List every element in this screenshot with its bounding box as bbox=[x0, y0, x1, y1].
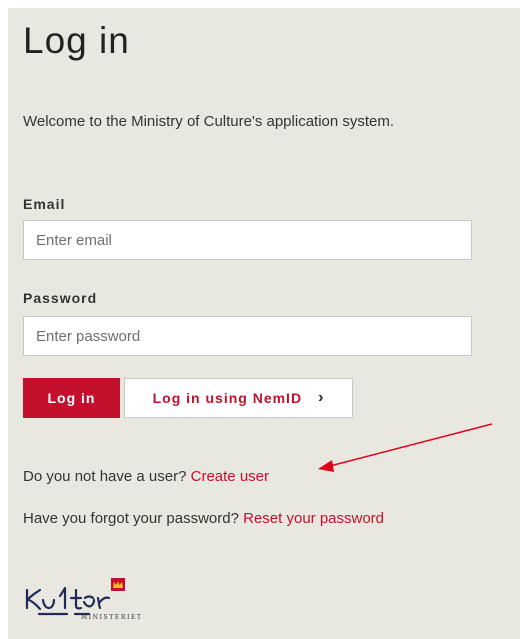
nemid-login-button[interactable]: Log in using NemID › bbox=[124, 378, 353, 418]
logo-wordmark-strokes bbox=[25, 586, 111, 616]
email-input[interactable] bbox=[23, 220, 472, 260]
reset-password-link[interactable]: Reset your password bbox=[243, 510, 384, 527]
page-title: Log in bbox=[23, 20, 130, 61]
kulturministeriet-logo: MINISTERIET bbox=[25, 578, 143, 621]
password-input[interactable] bbox=[23, 316, 472, 356]
no-user-text: Do you not have a user? bbox=[23, 468, 187, 485]
create-user-row: Do you not have a user? Create user bbox=[23, 468, 269, 485]
welcome-text: Welcome to the Ministry of Culture's app… bbox=[23, 113, 395, 130]
nemid-button-label: Log in using NemID bbox=[152, 390, 303, 406]
logo-subtitle: MINISTERIET bbox=[81, 614, 143, 621]
create-user-link[interactable]: Create user bbox=[191, 468, 269, 485]
forgot-password-text: Have you forgot your password? bbox=[23, 510, 239, 527]
password-label: Password bbox=[23, 290, 98, 306]
chevron-right-icon: › bbox=[318, 389, 325, 406]
reset-password-row: Have you forgot your password? Reset you… bbox=[23, 510, 384, 527]
login-button-label: Log in bbox=[47, 390, 96, 406]
login-button[interactable]: Log in bbox=[23, 378, 120, 418]
email-label: Email bbox=[23, 196, 66, 212]
